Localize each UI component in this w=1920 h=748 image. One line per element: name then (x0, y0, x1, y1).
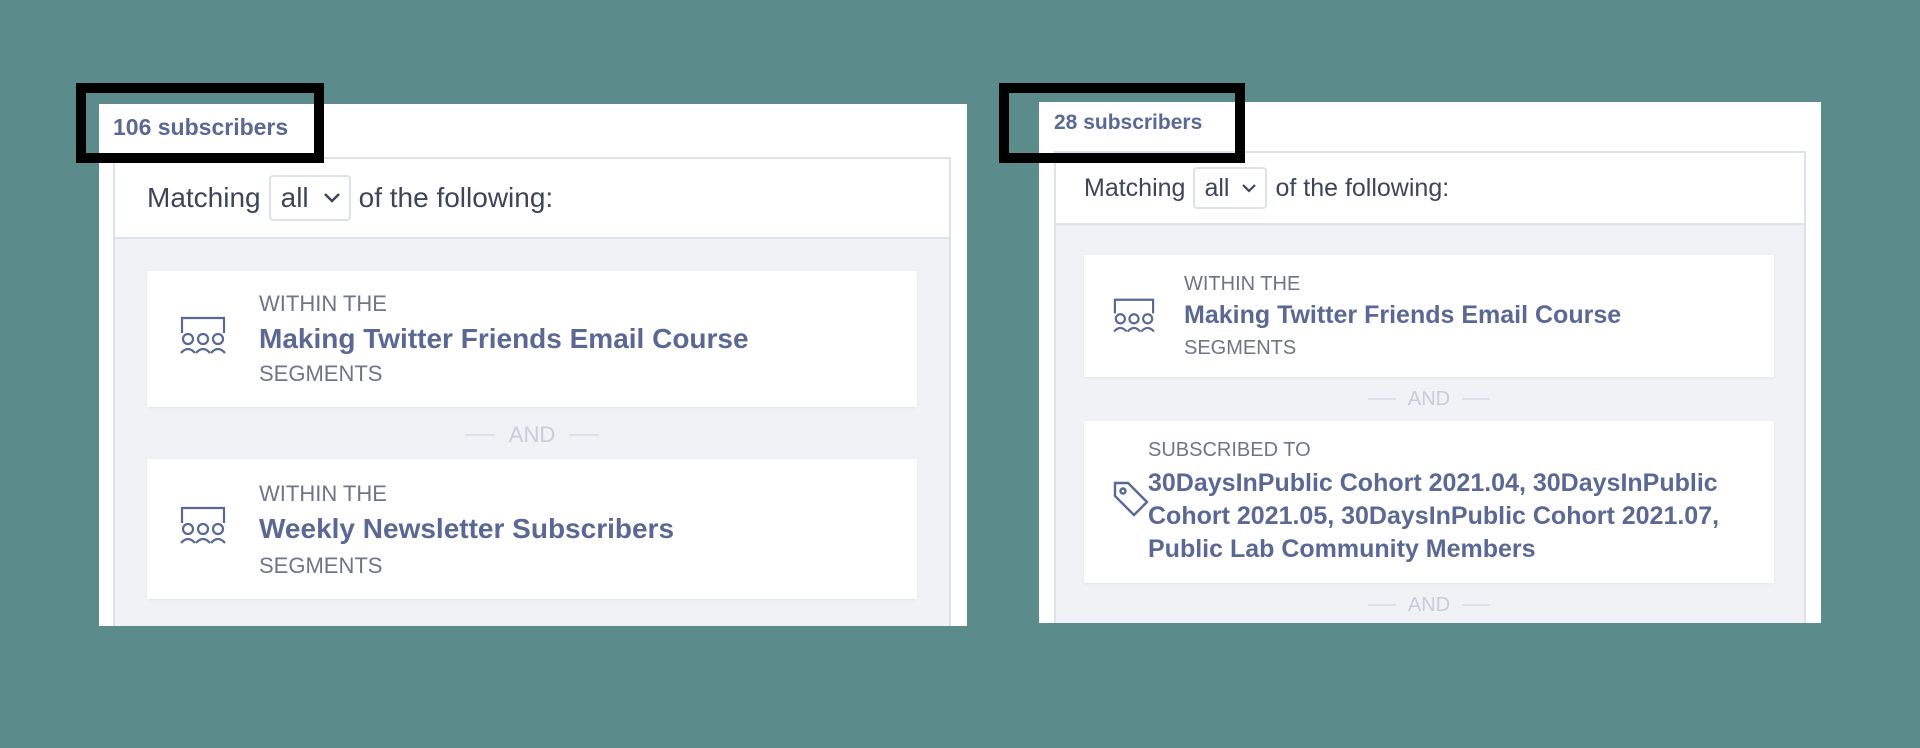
condition-title-line[interactable]: 30DaysInPublic Cohort 2021.04, 30DaysInP… (1148, 469, 1718, 498)
condition-title[interactable]: Making Twitter Friends Email Course (1184, 301, 1621, 330)
chevron-down-icon (1242, 183, 1257, 193)
rule-group: Matching all of the following: WITHIN TH… (1054, 151, 1806, 623)
matching-row: Matching all of the following: (1056, 153, 1804, 225)
condition-title[interactable]: Weekly Newsletter Subscribers (259, 513, 674, 545)
condition-prefix: WITHIN THE (1184, 273, 1301, 295)
condition-card[interactable]: WITHIN THE Making Twitter Friends Email … (147, 271, 917, 407)
condition-suffix: SEGMENTS (259, 361, 383, 386)
condition-card[interactable]: WITHIN THE Weekly Newsletter Subscribers… (147, 459, 917, 599)
and-label: AND (1407, 387, 1451, 410)
and-separator: AND (147, 415, 917, 455)
highlight-box (76, 83, 324, 163)
tag-icon (1113, 481, 1149, 517)
matching-prefix: Matching (147, 182, 261, 213)
matching-select[interactable]: all (1193, 167, 1268, 209)
highlight-box (999, 83, 1245, 163)
and-label: AND (508, 422, 556, 447)
conditions-area: WITHIN THE Making Twitter Friends Email … (1056, 225, 1804, 623)
and-separator: AND (1084, 587, 1774, 623)
matching-prefix: Matching (1084, 173, 1186, 202)
condition-title[interactable]: Making Twitter Friends Email Course (259, 323, 749, 355)
chevron-down-icon (323, 193, 340, 203)
matching-select[interactable]: all (268, 175, 351, 221)
segment-icon (180, 506, 226, 544)
condition-title-line[interactable]: Public Lab Community Members (1148, 535, 1536, 564)
condition-prefix: SUBSCRIBED TO (1148, 439, 1311, 461)
rule-group: Matching all of the following: WITHIN TH… (113, 157, 951, 626)
condition-prefix: WITHIN THE (259, 481, 387, 506)
condition-card[interactable]: SUBSCRIBED TO 30DaysInPublic Cohort 2021… (1084, 421, 1774, 583)
condition-prefix: WITHIN THE (259, 291, 387, 316)
condition-card[interactable]: WITHIN THE Making Twitter Friends Email … (1084, 255, 1774, 377)
and-separator: AND (1084, 381, 1774, 417)
condition-suffix: SEGMENTS (259, 553, 383, 578)
right-segment-card: 28 subscribers Matching all of the follo… (1039, 102, 1821, 623)
matching-select-value: all (280, 182, 309, 213)
matching-suffix: of the following: (1275, 173, 1450, 202)
condition-title-line[interactable]: Cohort 2021.05, 30DaysInPublic Cohort 20… (1148, 502, 1719, 531)
matching-row: Matching all of the following: (115, 159, 949, 239)
segment-icon (1113, 298, 1155, 333)
conditions-area: WITHIN THE Making Twitter Friends Email … (115, 239, 949, 626)
and-label: AND (1407, 593, 1451, 616)
condition-suffix: SEGMENTS (1184, 337, 1297, 359)
matching-select-value: all (1204, 173, 1230, 202)
segment-icon (180, 316, 226, 354)
left-segment-card: 106 subscribers Matching all of the foll… (99, 104, 967, 626)
matching-suffix: of the following: (358, 182, 554, 213)
